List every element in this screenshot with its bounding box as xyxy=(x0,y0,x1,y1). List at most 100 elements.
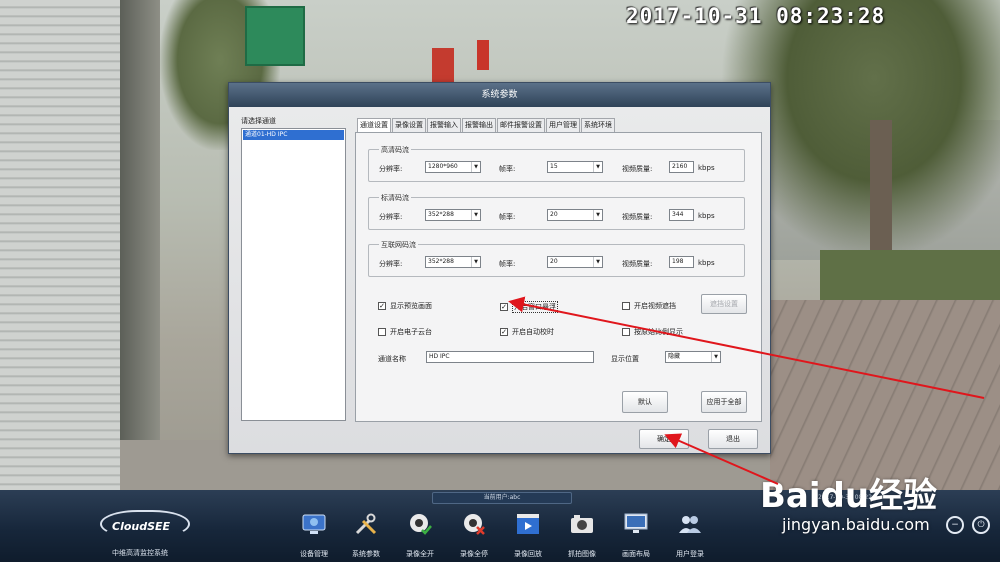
record-all-stop-button[interactable]: 录像全停 xyxy=(450,512,498,558)
quality-input[interactable]: 2160 xyxy=(669,161,694,173)
camera-icon xyxy=(570,512,594,536)
hd-stream-group: 高清码流 分辨率: 1280*960 ▼ 帧率: 15 ▼ 视频质量: 2160 k… xyxy=(368,145,745,182)
tab-channel-settings[interactable]: 通道设置 xyxy=(357,118,391,132)
record-all-on-icon xyxy=(408,512,432,536)
unit-label: kbps xyxy=(698,164,715,172)
system-title: 中维高清监控系统 xyxy=(112,549,168,557)
channel-list[interactable]: 通道01-HD IPC xyxy=(241,128,346,421)
dialog-body: 请选择通道 通道01-HD IPC 通道设置 录像设置 报警输入 报警输出 邮件… xyxy=(229,107,770,453)
chevron-down-icon: ▼ xyxy=(471,162,480,172)
tab-user-management[interactable]: 用户管理 xyxy=(546,118,580,132)
default-button[interactable]: 默认 xyxy=(622,391,668,413)
layout-button[interactable]: 画面布局 xyxy=(612,512,660,558)
unit-label: kbps xyxy=(698,212,715,220)
checkbox-checked-icon: ✓ xyxy=(378,302,386,310)
channel-name-label: 通道名称 xyxy=(378,355,406,363)
quality-input[interactable]: 198 xyxy=(669,256,694,268)
tab-email-alarm[interactable]: 邮件报警设置 xyxy=(497,118,545,132)
tab-alarm-output[interactable]: 报警输出 xyxy=(462,118,496,132)
chevron-down-icon: ▼ xyxy=(593,162,602,172)
shop-sign xyxy=(245,6,305,66)
exit-button[interactable]: 退出 xyxy=(708,429,758,449)
playback-button[interactable]: 录像回放 xyxy=(504,512,552,558)
minimize-icon[interactable]: − xyxy=(946,516,964,534)
doorway xyxy=(120,0,160,490)
apply-all-button[interactable]: 应用于全部 xyxy=(701,391,747,413)
system-params-dialog: 系统参数 请选择通道 通道01-HD IPC 通道设置 录像设置 报警输入 报警… xyxy=(228,82,771,454)
resolution-select[interactable]: 352*288 ▼ xyxy=(425,256,481,268)
tab-system-environment[interactable]: 系统环境 xyxy=(581,118,615,132)
checkbox-unchecked-icon xyxy=(622,302,630,310)
rolling-shutter xyxy=(0,0,120,490)
keep-ratio-checkbox[interactable]: 按原始比例显示 xyxy=(622,327,683,337)
framerate-label: 帧率: xyxy=(499,260,516,268)
chevron-down-icon: ▼ xyxy=(711,352,720,362)
framerate-select[interactable]: 15 ▼ xyxy=(547,161,603,173)
checkbox-unchecked-icon xyxy=(622,328,630,336)
show-preview-checkbox[interactable]: ✓ 显示预览画面 xyxy=(378,301,432,311)
ok-button[interactable]: 确定 xyxy=(639,429,689,449)
group-title: 互联网码流 xyxy=(379,240,418,250)
sidewalk xyxy=(770,300,1000,490)
channel-item[interactable]: 通道01-HD IPC xyxy=(243,130,344,140)
quality-label: 视频质量: xyxy=(622,165,653,173)
red-banner xyxy=(477,40,489,70)
device-manager-icon xyxy=(302,512,326,536)
framerate-select[interactable]: 20 ▼ xyxy=(547,256,603,268)
mask-settings-button[interactable]: 遮挡设置 xyxy=(701,294,747,314)
window-float-checkbox[interactable]: ✓ 开启窗口悬浮 xyxy=(500,301,558,313)
channel-list-label: 请选择通道 xyxy=(241,117,276,125)
ptz-checkbox[interactable]: 开启电子云台 xyxy=(378,327,432,337)
group-title: 标清码流 xyxy=(379,193,411,203)
framerate-select[interactable]: 20 ▼ xyxy=(547,209,603,221)
device-manager-button[interactable]: 设备管理 xyxy=(290,512,338,558)
checkbox-unchecked-icon xyxy=(378,328,386,336)
quality-label: 视频质量: xyxy=(622,260,653,268)
channel-settings-panel: 高清码流 分辨率: 1280*960 ▼ 帧率: 15 ▼ 视频质量: 2160 k… xyxy=(355,132,762,422)
quality-label: 视频质量: xyxy=(622,213,653,221)
record-all-on-button[interactable]: 录像全开 xyxy=(396,512,444,558)
chevron-down-icon: ▼ xyxy=(593,210,602,220)
resolution-select[interactable]: 1280*960 ▼ xyxy=(425,161,481,173)
auto-time-checkbox[interactable]: ✓ 开启自动校时 xyxy=(500,327,554,337)
logo-text: CloudSEE xyxy=(112,520,171,533)
watermark-url: jingyan.baidu.com xyxy=(782,515,930,534)
display-position-label: 显示位置 xyxy=(611,355,639,363)
chevron-down-icon: ▼ xyxy=(593,257,602,267)
dialog-title[interactable]: 系统参数 xyxy=(229,83,770,107)
tools-icon xyxy=(354,512,378,536)
display-position-select[interactable]: 隐藏 ▼ xyxy=(665,351,721,363)
internet-stream-group: 互联网码流 分辨率: 352*288 ▼ 帧率: 20 ▼ 视频质量: 198 kb… xyxy=(368,240,745,277)
snapshot-button[interactable]: 抓拍图像 xyxy=(558,512,606,558)
resolution-label: 分辨率: xyxy=(379,260,403,268)
framerate-label: 帧率: xyxy=(499,213,516,221)
tree-trunk xyxy=(870,120,892,270)
checkbox-checked-icon: ✓ xyxy=(500,328,508,336)
unit-label: kbps xyxy=(698,259,715,267)
record-all-stop-icon xyxy=(462,512,486,536)
resolution-label: 分辨率: xyxy=(379,213,403,221)
framerate-label: 帧率: xyxy=(499,165,516,173)
group-title: 高清码流 xyxy=(379,145,411,155)
resolution-label: 分辨率: xyxy=(379,165,403,173)
osd-timestamp: 2017-10-31 08:23:28 xyxy=(626,4,886,28)
video-mask-checkbox[interactable]: 开启视频遮挡 xyxy=(622,301,676,311)
current-user-label: 当前用户:abc xyxy=(432,492,572,504)
tab-record-settings[interactable]: 录像设置 xyxy=(392,118,426,132)
power-icon[interactable]: ⏻ xyxy=(972,516,990,534)
baidu-watermark: Baidu经验 xyxy=(760,476,938,516)
chevron-down-icon: ▼ xyxy=(471,210,480,220)
chevron-down-icon: ▼ xyxy=(471,257,480,267)
tab-alarm-input[interactable]: 报警输入 xyxy=(427,118,461,132)
user-login-button[interactable]: 用户登录 xyxy=(666,512,714,558)
users-icon xyxy=(678,512,702,536)
sd-stream-group: 标清码流 分辨率: 352*288 ▼ 帧率: 20 ▼ 视频质量: 344 kbp… xyxy=(368,193,745,230)
resolution-select[interactable]: 352*288 ▼ xyxy=(425,209,481,221)
settings-tabs: 通道设置 录像设置 报警输入 报警输出 邮件报警设置 用户管理 系统环境 xyxy=(357,118,616,132)
playback-icon xyxy=(516,512,540,536)
quality-input[interactable]: 344 xyxy=(669,209,694,221)
checkbox-checked-icon: ✓ xyxy=(500,303,508,311)
monitor-icon xyxy=(624,512,648,536)
system-params-button[interactable]: 系统参数 xyxy=(342,512,390,558)
channel-name-input[interactable]: HD IPC xyxy=(426,351,594,363)
